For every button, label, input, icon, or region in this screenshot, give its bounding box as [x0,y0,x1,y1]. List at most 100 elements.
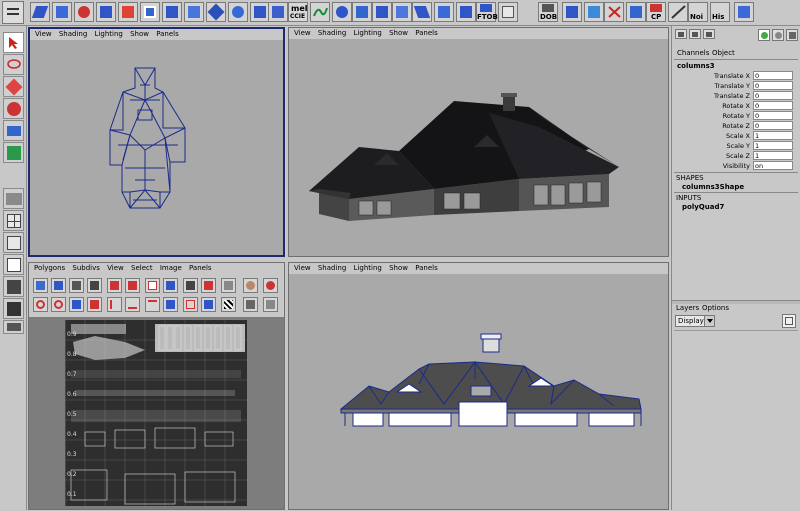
shelf-extrude-button[interactable] [52,2,72,22]
shelf-cut-button[interactable] [250,2,270,22]
shelf-paint-button[interactable] [392,2,412,22]
layout-four-button[interactable] [3,210,24,231]
shelf-fx-button[interactable] [352,2,372,22]
menu-select[interactable]: Select [131,263,153,274]
uv-select-edge-button[interactable] [201,297,216,312]
uv-filter-button[interactable] [243,297,258,312]
shelf-his-button[interactable]: His [710,2,730,22]
input-node-name[interactable]: polyQuad7 [682,203,724,211]
lasso-tool-button[interactable] [3,54,24,75]
menu-subdivs[interactable]: Subdivs [72,263,100,274]
menu-panels[interactable]: Panels [189,263,212,274]
menu-shading[interactable]: Shading [318,28,346,39]
move-tool-button[interactable] [3,76,24,97]
shelf-history-button[interactable] [734,2,754,22]
menu-options[interactable]: Options [702,304,729,312]
menu-shading[interactable]: Shading [59,29,87,40]
channel-value-field[interactable]: 0 [753,111,793,120]
channel-value-field[interactable]: 0 [753,81,793,90]
channel-value-field[interactable]: on [753,161,793,170]
menu-panels[interactable]: Panels [415,263,438,274]
menu-lighting[interactable]: Lighting [354,28,382,39]
shelf-sphere-button[interactable] [228,2,248,22]
shelf-cluster-button[interactable] [332,2,352,22]
select-tool-button[interactable] [3,32,24,53]
shelf-subdivide-button[interactable] [206,2,226,22]
layout-stack-button[interactable] [3,254,24,275]
uv-checker-button[interactable] [221,297,236,312]
shelf-transform-button[interactable] [372,2,392,22]
shelf-cube-button[interactable] [584,2,604,22]
uv-display-button[interactable] [263,297,278,312]
menu-lighting[interactable]: Lighting [354,263,382,274]
channel-value-field[interactable]: 0 [753,71,793,80]
uv-align-bottom-button[interactable] [125,297,140,312]
viewport-canvas[interactable] [289,39,668,256]
menu-view[interactable]: View [294,28,311,39]
uv-redo-button[interactable] [51,297,66,312]
shelf-mirror-button[interactable] [184,2,204,22]
uv-rotate-ccw-button[interactable] [69,278,84,293]
layout-persp-graph-button[interactable] [3,276,24,297]
uv-swatch-button[interactable] [263,278,278,293]
menu-shading[interactable]: Shading [318,263,346,274]
uv-snap-button[interactable] [183,278,198,293]
channel-box-toggle-button[interactable] [675,29,687,39]
uv-canvas[interactable]: 0.9 0.8 0.7 0.6 0.5 0.4 0.3 0.2 0.1 [29,317,284,509]
channel-value-field[interactable]: 0 [753,91,793,100]
tab-channels[interactable]: Channels [677,49,709,57]
shelf-select-button[interactable] [626,2,646,22]
viewport-canvas[interactable] [30,40,283,255]
attribute-editor-toggle-button[interactable] [703,29,715,39]
layout-extra-button[interactable] [3,320,24,334]
shelf-append-button[interactable] [434,2,454,22]
viewport-persp[interactable]: View Shading Lighting Show Panels [288,27,669,257]
sphere-display-button[interactable] [772,29,784,41]
channel-value-field[interactable]: 1 [753,151,793,160]
viewport-top[interactable]: View Shading Lighting Show Panels [28,27,285,257]
manipulator-tool-button[interactable] [3,142,24,163]
palette-button[interactable] [758,29,770,41]
rotate-tool-button[interactable] [3,98,24,119]
menu-image[interactable]: Image [160,263,182,274]
scale-tool-button[interactable] [3,120,24,141]
shelf-smooth-button[interactable] [162,2,182,22]
menu-polygons[interactable]: Polygons [34,263,65,274]
shelf-split-button[interactable] [74,2,94,22]
uv-layout-button[interactable] [201,278,216,293]
layer-list[interactable] [674,330,798,508]
menu-view[interactable]: View [294,263,311,274]
shelf-tab-selector[interactable] [2,1,24,24]
object-name[interactable]: columns3 [677,62,715,70]
layout-single-button[interactable] [3,188,24,209]
uv-texture-editor[interactable]: Polygons Subdivs View Select Image Panel… [28,262,285,510]
shelf-dob-button[interactable]: DOB [538,2,558,22]
uv-portrait-button[interactable] [243,278,258,293]
menu-show[interactable]: Show [389,263,408,274]
shelf-combine-button[interactable] [456,2,476,22]
menu-view[interactable]: View [107,263,124,274]
menu-show[interactable]: Show [130,29,149,40]
shelf-curve-button[interactable] [310,2,330,22]
shelf-connect-button[interactable] [604,2,624,22]
shelf-bevel-button[interactable] [140,2,160,22]
menu-show[interactable]: Show [389,28,408,39]
shelf-wave-button[interactable] [498,2,518,22]
uv-select-border-button[interactable] [183,297,198,312]
shelf-delete-button[interactable] [118,2,138,22]
uv-flip-v-button[interactable] [51,278,66,293]
uv-grid-button[interactable] [145,278,160,293]
shelf-arrow-button[interactable] [668,2,688,22]
uv-undo-button[interactable] [33,297,48,312]
menu-panels[interactable]: Panels [415,28,438,39]
menu-lighting[interactable]: Lighting [95,29,123,40]
shelf-mel-button[interactable]: mel CCIE [288,2,308,22]
uv-cut-button[interactable] [107,278,122,293]
channel-value-field[interactable]: 1 [753,141,793,150]
menu-view[interactable]: View [35,29,52,40]
settings-button[interactable] [786,29,798,41]
channel-value-field[interactable]: 0 [753,101,793,110]
viewport-canvas[interactable] [289,274,668,509]
shelf-wedge-button[interactable] [412,2,432,22]
channel-value-field[interactable]: 1 [753,131,793,140]
